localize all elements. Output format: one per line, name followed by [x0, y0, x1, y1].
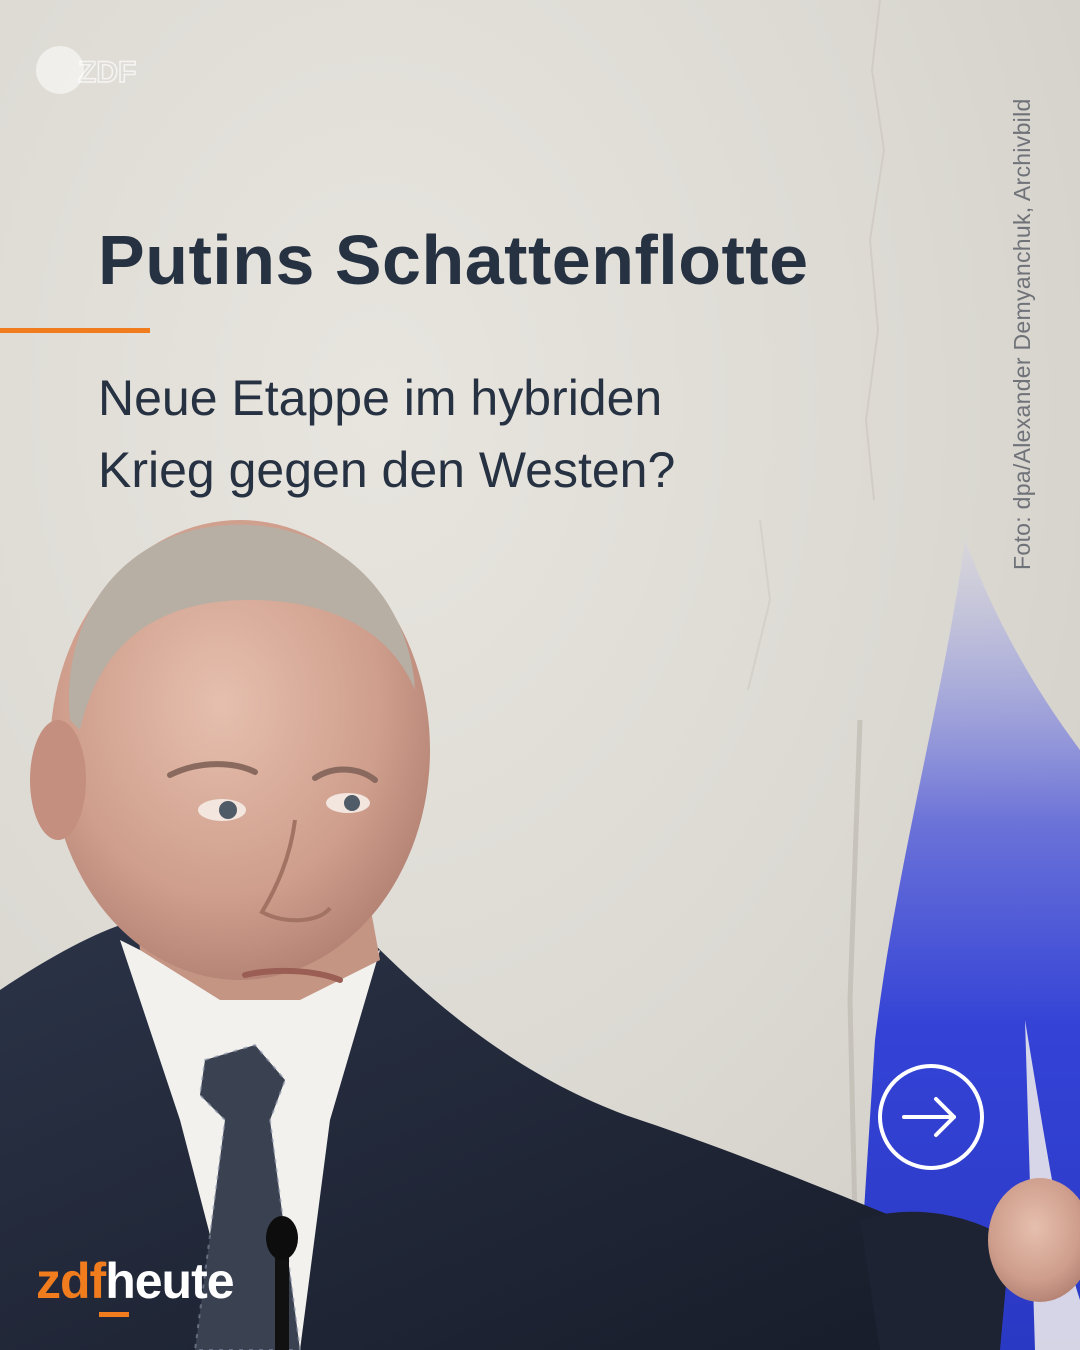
- logo-heute-text: heute: [105, 1253, 234, 1309]
- subheadline-line: Neue Etappe im hybriden: [98, 370, 663, 426]
- logo-underscore: [99, 1312, 130, 1317]
- zdfheute-logo: zdf heute: [36, 1252, 235, 1317]
- watermark-text: ZDF: [78, 56, 136, 89]
- arrow-right-circle-icon: [902, 1097, 956, 1137]
- zdf-watermark-logo: ZDF: [36, 46, 137, 94]
- next-slide-button[interactable]: [878, 1064, 984, 1170]
- subheadline-line: Krieg gegen den Westen?: [98, 442, 676, 498]
- logo-zdf: zdf: [36, 1253, 106, 1309]
- logo-heute: heute: [99, 1253, 235, 1317]
- photo-credit: Foto: dpa/Alexander Demyanchuk, Archivbi…: [1009, 98, 1035, 570]
- subheadline: Neue Etappe im hybriden Krieg gegen den …: [98, 362, 858, 506]
- accent-divider: [0, 328, 150, 333]
- headline: Putins Schattenflotte: [98, 221, 809, 299]
- portrait-photo: [0, 520, 1080, 1350]
- social-post-card: ZDF Putins Schattenflotte Neue Etappe im…: [0, 0, 1080, 1350]
